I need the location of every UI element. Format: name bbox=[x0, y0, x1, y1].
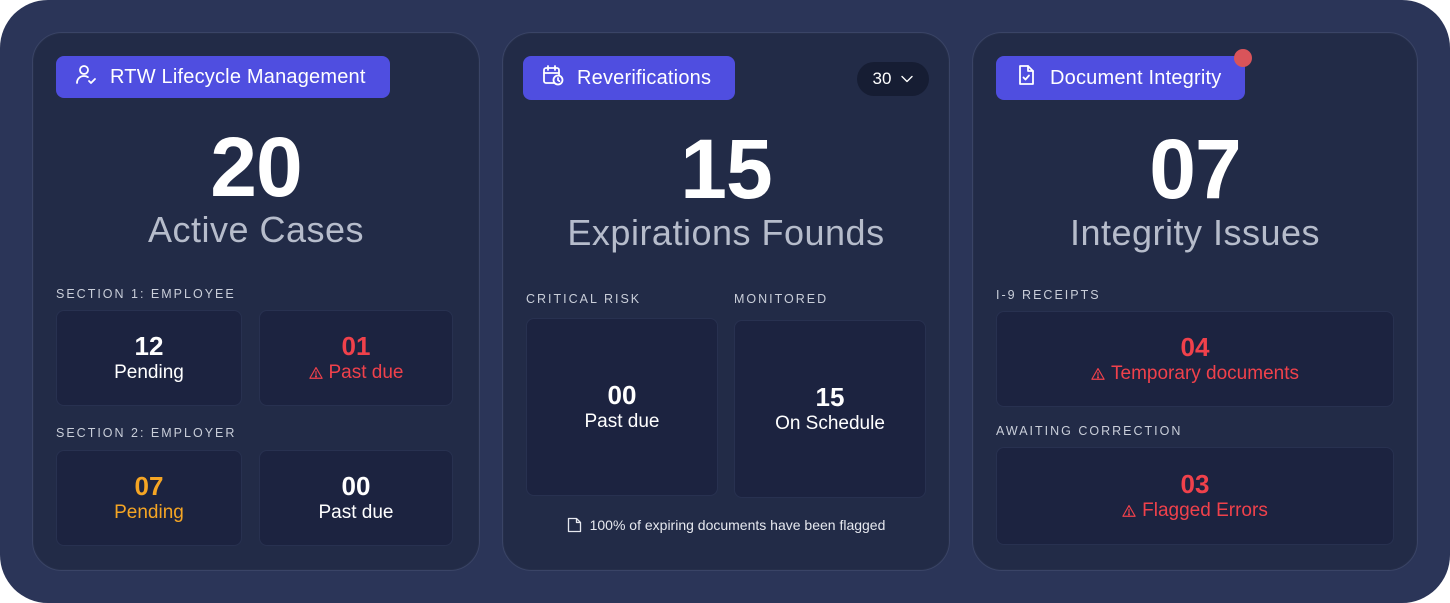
section1-past-due-card[interactable]: 01 Past due bbox=[259, 310, 453, 406]
expirations-label: Expirations Founds bbox=[567, 212, 885, 253]
dashboard-frame: RTW Lifecycle Management 20 Active Cases… bbox=[0, 0, 1450, 603]
flagged-errors-label: Flagged Errors bbox=[1142, 500, 1268, 521]
temporary-documents-value: 04 bbox=[1180, 332, 1210, 362]
warning-icon bbox=[308, 367, 323, 379]
integrity-issues-label: Integrity Issues bbox=[1069, 212, 1321, 253]
section1-pending-value: 12 bbox=[134, 331, 164, 361]
document-check-icon bbox=[1014, 63, 1038, 93]
critical-risk-status: Past due bbox=[584, 411, 660, 432]
section1-past-due-label: Past due bbox=[328, 362, 404, 383]
rtw-lifecycle-title: RTW Lifecycle Management bbox=[110, 65, 366, 88]
expirations-count: 15 bbox=[680, 122, 772, 216]
monitored-label: MONITORED bbox=[734, 292, 829, 306]
warning-icon bbox=[1091, 368, 1105, 380]
reverifications-button[interactable]: Reverifications bbox=[523, 56, 736, 100]
period-dropdown[interactable]: 30 bbox=[857, 62, 929, 96]
rtw-lifecycle-card: RTW Lifecycle Management 20 Active Cases… bbox=[32, 32, 480, 571]
critical-risk-card[interactable]: 00 Past due bbox=[526, 318, 718, 496]
flagged-errors-value: 03 bbox=[1180, 469, 1210, 499]
document-integrity-card: Document Integrity 07 Integrity Issues I… bbox=[972, 32, 1418, 571]
flagged-footnote-text: 100% of expiring documents have been fla… bbox=[589, 517, 886, 533]
temporary-documents-card[interactable]: 04 Temporary documents bbox=[996, 311, 1394, 407]
warning-icon bbox=[1122, 505, 1136, 517]
notification-dot bbox=[1234, 49, 1252, 67]
temporary-documents-label: Temporary documents bbox=[1111, 363, 1299, 384]
critical-risk-value: 00 bbox=[607, 380, 637, 410]
rtw-lifecycle-button[interactable]: RTW Lifecycle Management bbox=[56, 56, 390, 98]
section2-past-due-value: 00 bbox=[341, 471, 371, 501]
i9-receipts-label: I-9 RECEIPTS bbox=[996, 288, 1101, 302]
section1-past-due-value: 01 bbox=[341, 331, 371, 361]
section2-pending-card[interactable]: 07 Pending bbox=[56, 450, 242, 546]
document-icon bbox=[567, 517, 581, 533]
calendar-clock-icon bbox=[541, 63, 565, 93]
document-integrity-button[interactable]: Document Integrity bbox=[996, 56, 1246, 100]
flagged-errors-card[interactable]: 03 Flagged Errors bbox=[996, 447, 1394, 545]
critical-risk-label: CRITICAL RISK bbox=[526, 292, 642, 306]
section2-pending-label: Pending bbox=[114, 502, 184, 523]
section1-pending-card[interactable]: 12 Pending bbox=[56, 310, 242, 406]
integrity-issues-count: 07 bbox=[1149, 122, 1241, 216]
monitored-value: 15 bbox=[815, 382, 845, 412]
monitored-card[interactable]: 15 On Schedule bbox=[734, 320, 926, 498]
chevron-down-icon bbox=[901, 75, 914, 83]
section2-pending-value: 07 bbox=[134, 471, 164, 501]
section2-past-due-card[interactable]: 00 Past due bbox=[259, 450, 453, 546]
user-check-icon bbox=[74, 62, 98, 92]
reverifications-title: Reverifications bbox=[577, 66, 712, 89]
period-value: 30 bbox=[872, 69, 892, 88]
section1-pending-label: Pending bbox=[114, 362, 184, 383]
section2-past-due-label: Past due bbox=[318, 502, 394, 523]
active-cases-count: 20 bbox=[210, 120, 302, 214]
reverifications-card: Reverifications 30 15 Expirations Founds… bbox=[502, 32, 950, 571]
monitored-status: On Schedule bbox=[775, 413, 885, 434]
section1-label: SECTION 1: EMPLOYEE bbox=[56, 287, 236, 301]
section2-label: SECTION 2: EMPLOYER bbox=[56, 426, 237, 440]
document-integrity-title: Document Integrity bbox=[1050, 66, 1222, 89]
active-cases-label: Active Cases bbox=[147, 209, 365, 250]
awaiting-correction-label: AWAITING CORRECTION bbox=[996, 424, 1183, 438]
flagged-footnote: 100% of expiring documents have been fla… bbox=[503, 517, 949, 533]
